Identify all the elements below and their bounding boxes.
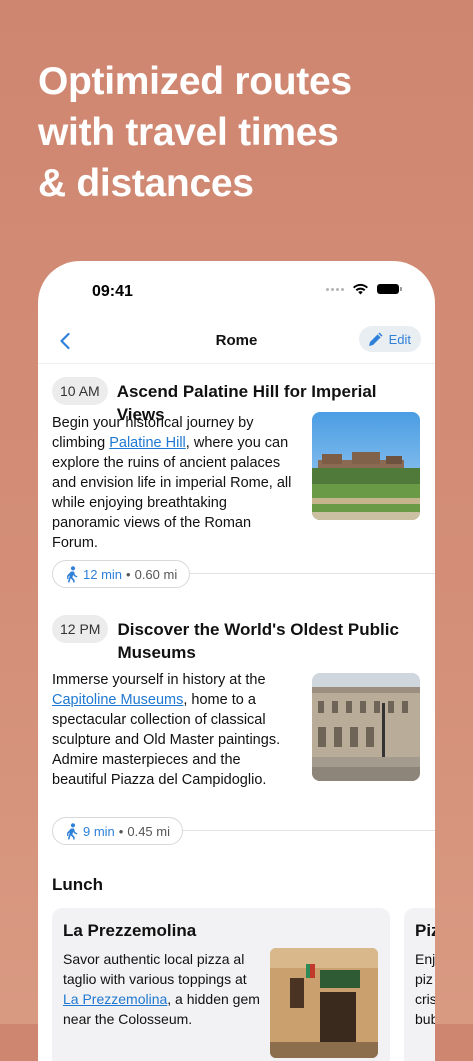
travel-time: 9 min — [83, 823, 115, 839]
phone-screen: 09:41 Rome Edit 10 AM Ascend Palatine Hi… — [38, 261, 435, 1061]
travel-time: 12 min — [83, 566, 123, 582]
place-link[interactable]: La Prezzemolina — [63, 991, 167, 1007]
description-line: bub — [415, 1011, 435, 1027]
place-link[interactable]: Capitoline Museums — [52, 692, 183, 708]
restaurant-card[interactable]: Piz Enj piz cris bub — [404, 908, 435, 1061]
battery-icon — [377, 284, 402, 294]
restaurant-card[interactable]: La Prezzemolina Savor authentic local pi… — [52, 908, 390, 1061]
place-link[interactable]: Palatine Hill — [109, 435, 186, 451]
transit-pill[interactable]: 9 min • 0.45 mi — [52, 817, 183, 845]
palatine-hill-photo[interactable] — [312, 412, 420, 520]
walking-person-icon — [67, 822, 78, 839]
travel-distance: 0.45 mi — [127, 823, 170, 839]
walking-person-icon — [67, 565, 78, 582]
itinerary-description: Begin your historical journey by climbin… — [52, 413, 298, 553]
restaurant-title: La Prezzemolina — [63, 921, 197, 940]
description-text: Immerse yourself in history at the — [52, 672, 266, 688]
edit-label: Edit — [388, 331, 411, 347]
nav-bar: Rome Edit — [38, 323, 435, 364]
restaurant-title: Piz — [415, 921, 435, 940]
separator: • — [118, 823, 124, 839]
capitoline-museums-photo[interactable] — [312, 673, 420, 781]
restaurant-photo[interactable] — [270, 948, 378, 1058]
itinerary-description: Immerse yourself in history at the Capit… — [52, 670, 298, 790]
restaurant-description: Enj piz cris bub — [415, 949, 435, 1029]
description-line: cris — [415, 991, 435, 1007]
headline: Optimized routes with travel times & dis… — [38, 60, 352, 205]
time-badge: 10 AM — [52, 377, 108, 405]
separator: • — [126, 566, 131, 582]
lunch-heading: Lunch — [52, 875, 103, 894]
status-time: 09:41 — [92, 283, 133, 300]
transit-row: 12 min • 0.60 mi — [52, 560, 435, 588]
travel-distance: 0.60 mi — [134, 566, 178, 582]
wifi-icon — [353, 283, 368, 295]
description-line: Enj — [415, 951, 435, 967]
edit-button[interactable]: Edit — [358, 326, 421, 352]
signal-icon — [326, 287, 344, 291]
transit-pill[interactable]: 12 min • 0.60 mi — [52, 560, 191, 588]
description-text: Savor authentic local pizza al taglio wi… — [63, 951, 247, 987]
transit-row: 9 min • 0.45 mi — [52, 817, 435, 845]
time-badge: 12 PM — [52, 615, 109, 643]
pencil-icon — [368, 332, 383, 346]
status-icons — [326, 283, 402, 295]
itinerary-title: Discover the World's Oldest Public Museu… — [117, 620, 399, 662]
restaurant-description: Savor authentic local pizza al taglio wi… — [63, 949, 263, 1029]
itinerary-item-header: 12 PM Discover the World's Oldest Public… — [52, 615, 424, 664]
description-text: , where you can explore the ruins of anc… — [52, 435, 292, 551]
description-line: piz — [415, 971, 433, 987]
